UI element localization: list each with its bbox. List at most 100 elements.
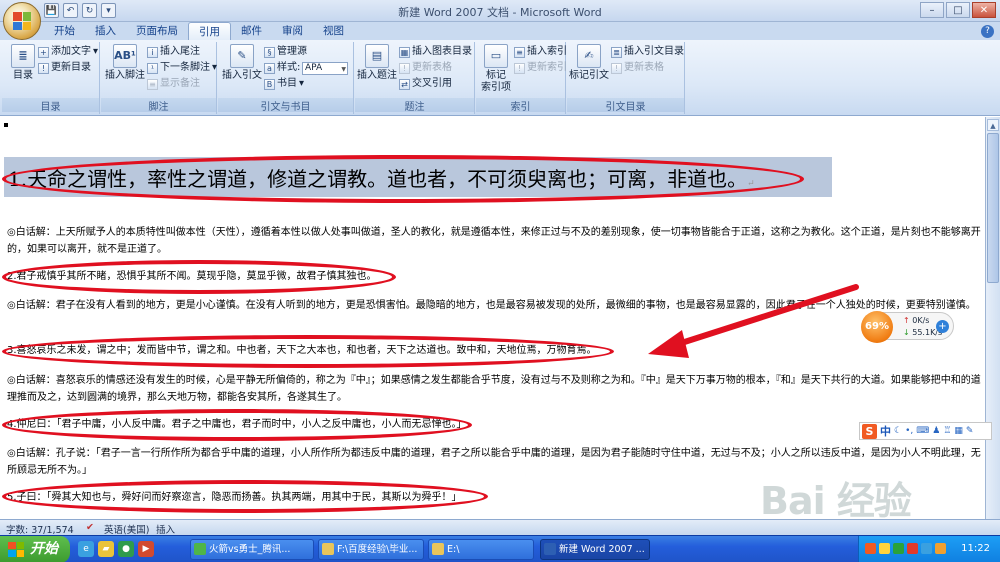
bibliography-button[interactable]: B 书目 ▾ [264,77,304,91]
upload-arrow-icon: ↑ [903,316,910,325]
folder-icon[interactable]: ▰ [98,541,114,557]
sogou-tray-icon[interactable] [865,543,876,554]
insert-endnote-button[interactable]: i 插入尾注 [147,45,200,59]
tab-view[interactable]: 视图 [313,22,354,40]
mark-entry-icon: ▭ [484,44,508,68]
insert-table-of-figures-button[interactable]: ▦ 插入图表目录 [399,45,472,59]
show-notes-icon: ≡ [147,78,158,90]
update-toa-label: 更新表格 [624,62,664,73]
update-index-button[interactable]: ! 更新索引 [514,61,567,75]
dropdown-arrow-icon: ▾ [93,46,99,57]
word-window: 💾 ↶ ↻ ▾ 新建 Word 2007 文档 - Microsoft Word… [0,0,1000,562]
minimize-button[interactable]: – [920,2,944,18]
language-indicator[interactable]: 英语(美国) [104,522,149,536]
vertical-scrollbar[interactable]: ▲ [985,117,1000,519]
insert-index-button[interactable]: ≡ 插入索引 [514,45,567,59]
clock[interactable]: 11:22 [961,543,990,554]
tab-insert[interactable]: 插入 [85,22,126,40]
speaker-icon[interactable] [879,543,890,554]
update-toc-icon: ! [38,62,49,74]
endnote-icon: i [147,46,158,58]
manage-sources-button[interactable]: § 管理源 [264,45,307,59]
maximize-button[interactable]: □ [946,2,970,18]
group-toc: ≣ 目录 + 添加文字 ▾ ! 更新目录 目录 [2,42,100,114]
group-label-toc: 目录 [2,98,99,113]
dropdown-arrow-icon: ▾ [299,78,305,89]
security-icon[interactable] [893,543,904,554]
show-notes-button[interactable]: ≡ 显示备注 [147,77,200,91]
style-select[interactable]: APA ▼ [302,62,348,75]
update-table-button[interactable]: ! 更新表格 [399,61,452,75]
keyboard-icon[interactable]: ⌨ [916,426,929,436]
paragraph-7[interactable]: ◎白话解：孔子说：「君子一言一行所作所为都合乎中庸的道理，小人所作所为都违反中庸… [7,445,982,479]
taskbar-item-label: F:\百度经验\毕业... [337,544,418,555]
scroll-thumb[interactable] [987,133,999,283]
ime-mode[interactable]: 中 [880,423,891,439]
toc-button[interactable]: ≣ 目录 [4,44,42,82]
paragraph-1[interactable]: ◎白话解：上天所赋予人的本质特性叫做本性（天性），遵循着本性以做人处事叫做道，圣… [7,224,982,258]
taskbar-item-folder-e[interactable]: E:\ [428,539,534,560]
group-captions: ▤ 插入题注 ▦ 插入图表目录 ! 更新表格 ⇄ 交叉引用 题注 [355,42,475,114]
plus-icon[interactable]: + [936,320,949,333]
cross-reference-button[interactable]: ⇄ 交叉引用 [399,77,452,91]
mark-entry-button[interactable]: ▭ 标记 索引项 [478,44,514,94]
windows-logo-icon [8,542,24,557]
taskbar-item-folder-baidu[interactable]: F:\百度经验\毕业... [318,539,424,560]
update-index-icon: ! [514,62,525,74]
proofing-icon[interactable]: ✔ [86,522,94,533]
update-toc-button[interactable]: ! 更新目录 [38,61,91,75]
update-toa-button[interactable]: ! 更新表格 [611,61,664,75]
group-index: ▭ 标记 索引项 ≡ 插入索引 ! 更新索引 索引 [476,42,567,114]
tab-mailings[interactable]: 邮件 [231,22,272,40]
media-icon[interactable]: ▶ [138,541,154,557]
moon-icon[interactable]: ☾ [894,426,902,436]
update-icon[interactable] [935,543,946,554]
browser-icon[interactable]: e [78,541,94,557]
scroll-up-icon[interactable]: ▲ [987,119,999,131]
start-button[interactable]: 开始 [0,536,70,562]
add-text-button[interactable]: + 添加文字 ▾ [38,45,98,59]
upload-speed: ↑ 0K/s [903,316,929,325]
mark-entry-label-1: 标记 [486,70,506,81]
style-row: a 样式: [264,61,300,75]
sogou-logo-icon: S [862,423,877,439]
network-icon[interactable] [921,543,932,554]
insert-footnote-button[interactable]: AB¹ 插入脚注 [105,44,145,82]
insert-mode[interactable]: 插入 [156,522,175,536]
user-icon[interactable]: ♟ [932,426,940,436]
mark-citation-button[interactable]: ✍ 标记引文 [569,44,609,82]
quick-launch: e ▰ ● ▶ [78,541,154,557]
tab-home[interactable]: 开始 [44,22,85,40]
punctuation-icon[interactable]: •, [905,426,913,436]
cross-reference-label: 交叉引用 [412,78,452,89]
tab-page-layout[interactable]: 页面布局 [126,22,188,40]
group-footnotes: AB¹ 插入脚注 i插入尾注 ¹下一条脚注▾ ≡显示备注 ↘ 脚注 [101,42,217,114]
next-footnote-button[interactable]: ¹ 下一条脚注 ▾ [147,61,217,75]
wrench-icon[interactable]: ✎ [966,426,974,436]
office-button[interactable] [3,2,41,40]
tab-references[interactable]: 引用 [188,22,231,40]
word-count[interactable]: 字数: 37/1,574 [6,522,74,536]
help-icon[interactable]: ? [981,25,994,38]
insert-toa-button[interactable]: ≣ 插入引文目录 [611,45,684,59]
group-label-footnotes: 脚注 [101,98,216,113]
taskbar-item-word[interactable]: 新建 Word 2007 ... [540,539,650,560]
insert-citation-button[interactable]: ✎ 插入引文 [222,44,262,82]
skin-icon[interactable]: ♖ [943,426,951,436]
network-speed-widget[interactable]: 69% ↑ 0K/s ↓ 55.1K/s + [861,311,954,343]
qq-icon[interactable] [907,543,918,554]
manage-sources-label: 管理源 [277,46,307,57]
paragraph-5[interactable]: ◎白话解：喜怒哀乐的情感还没有发生的时候，心是平静无所偏倚的，称之为『中』；如果… [7,372,982,406]
paragraph-3[interactable]: ◎白话解：君子在没有人看到的地方，更是小心谨慎。在没有人听到的地方，更是恐惧害怕… [7,297,982,314]
taskbar-item-browser[interactable]: 火箭vs勇士_腾讯... [190,539,314,560]
cross-reference-icon: ⇄ [399,78,410,90]
tab-review[interactable]: 审阅 [272,22,313,40]
360-icon[interactable]: ● [118,541,134,557]
close-button[interactable]: ✕ [972,2,996,18]
insert-caption-button[interactable]: ▤ 插入题注 [357,44,397,82]
update-toa-icon: ! [611,62,622,74]
toolbox-icon[interactable]: ▦ [954,426,963,436]
insert-citation-label: 插入引文 [222,70,262,81]
ime-toolbar[interactable]: S 中 ☾ •, ⌨ ♟ ♖ ▦ ✎ [859,422,992,440]
download-arrow-icon: ↓ [903,328,910,337]
